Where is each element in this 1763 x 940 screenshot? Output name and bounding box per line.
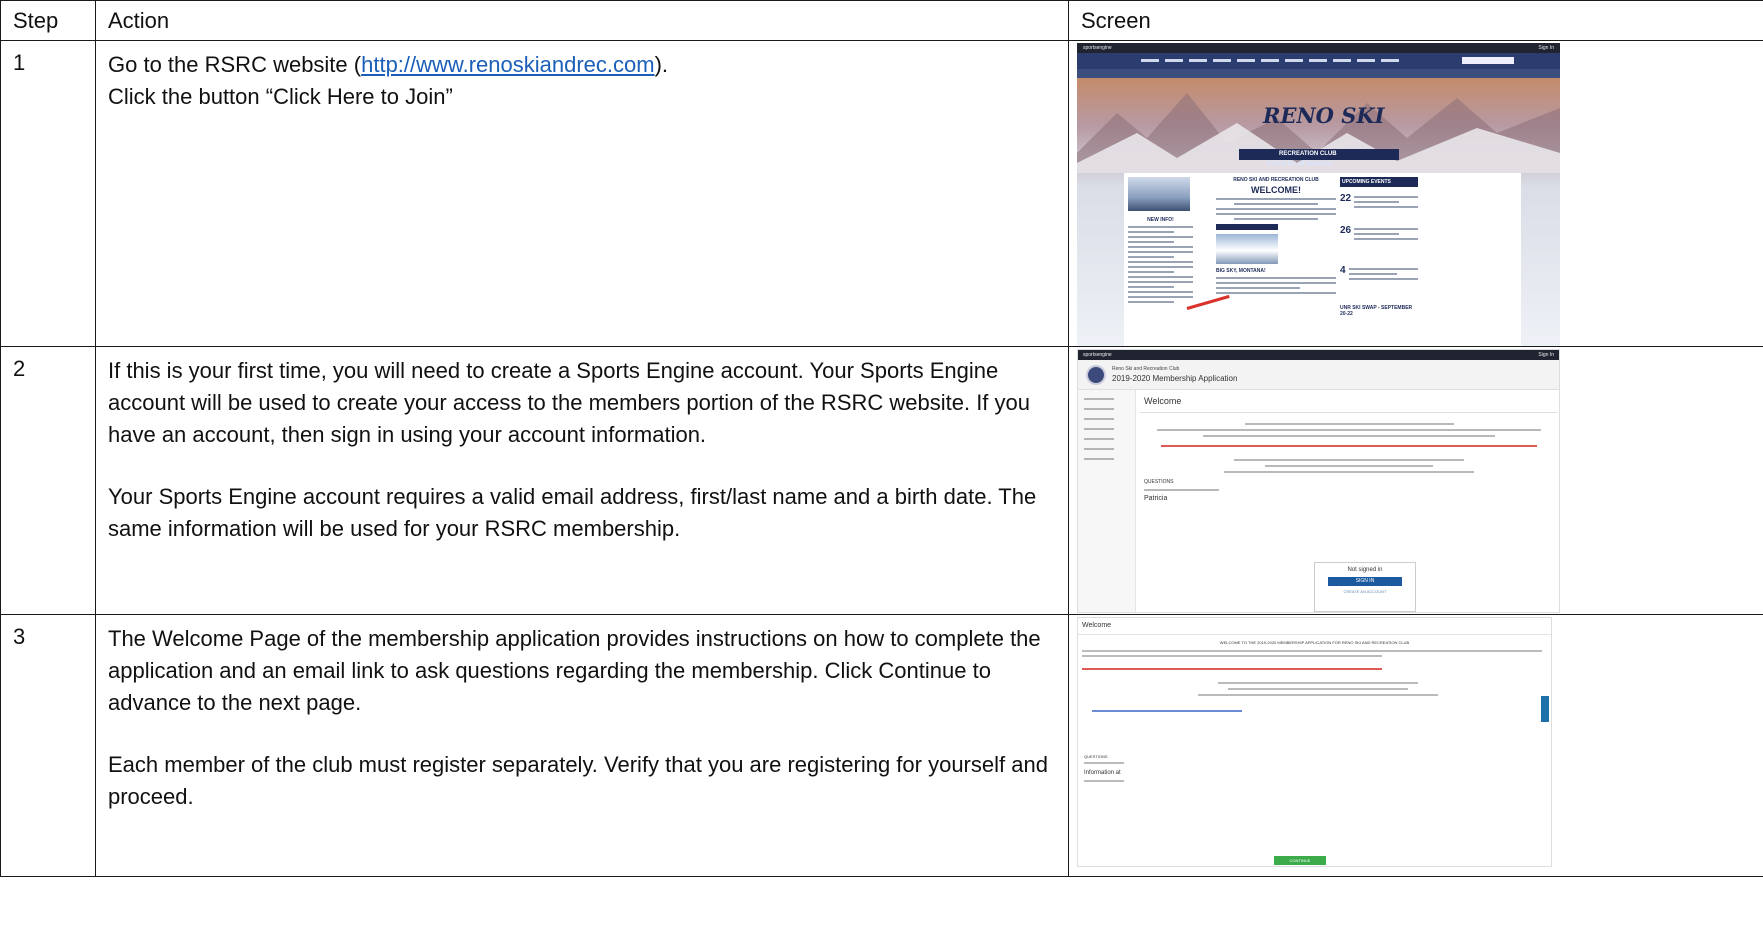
click-here-to-join-button — [1216, 224, 1278, 230]
step-action: The Welcome Page of the membership appli… — [95, 614, 1069, 877]
step-row-2: 2 If this is your first time, you will n… — [0, 346, 1763, 615]
step-header: Step — [0, 0, 96, 41]
step-row-1: 1 Go to the RSRC website (http://www.ren… — [0, 40, 1763, 347]
site-subnav — [1077, 69, 1560, 78]
welcome-page-screenshot: Welcome WELCOME TO THE 2019-2020 MEMBERS… — [1077, 617, 1552, 867]
step-screen: sportsengine Sign In RENO SKI RECREATION… — [1068, 40, 1763, 347]
step-number: 2 — [0, 346, 96, 615]
continue-button: CONTINUE — [1274, 856, 1326, 865]
sign-in-link: Sign In — [1538, 45, 1554, 51]
person-name: Patricia — [1144, 495, 1168, 502]
search-input — [1462, 57, 1514, 64]
app-sidebar — [1078, 390, 1136, 612]
welcome-title: Welcome — [1140, 390, 1558, 413]
new-info-heading: NEW INFO! — [1147, 217, 1174, 223]
welcome-title: Welcome — [1082, 622, 1112, 629]
welcome-heading: WELCOME! — [1251, 185, 1301, 195]
action-paragraph-1: The Welcome Page of the membership appli… — [108, 626, 1041, 715]
brand-logo: sportsengine — [1083, 45, 1112, 51]
club-heading: RENO SKI AND RECREATION CLUB — [1233, 177, 1319, 183]
questions-heading: QUESTIONS — [1084, 754, 1108, 759]
step-row-3: 3 The Welcome Page of the membership app… — [0, 614, 1763, 877]
site-topbar: sportsengine Sign In — [1077, 43, 1560, 53]
site-content: NEW INFO! RENO SKI AND RECREATION CLUB W… — [1124, 173, 1521, 346]
big-sky-photo — [1216, 234, 1278, 264]
app-main: Welcome QUESTIONS Patricia Not signed in… — [1140, 390, 1558, 612]
sign-in-link: Sign In — [1538, 352, 1554, 358]
instructions-table: Step Action Screen 1 Go to the RSRC webs… — [0, 0, 1763, 877]
header-row: Step Action Screen — [0, 0, 1763, 41]
action-paragraph-2: Your Sports Engine account requires a va… — [108, 484, 1037, 541]
information-label: Information at — [1084, 770, 1121, 776]
center-column: RENO SKI AND RECREATION CLUB WELCOME! BI… — [1216, 177, 1336, 297]
app-topbar: sportsengine Sign In — [1078, 350, 1559, 360]
application-screenshot: sportsengine Sign In Reno Ski and Recrea… — [1077, 349, 1560, 613]
club-banner: RECREATION CLUB — [1239, 149, 1399, 160]
left-column: NEW INFO! — [1128, 177, 1193, 306]
app-header: Reno Ski and Recreation Club 2019-2020 M… — [1078, 360, 1559, 390]
club-seal-icon — [1086, 365, 1106, 385]
website-screenshot: sportsengine Sign In RENO SKI RECREATION… — [1077, 43, 1560, 346]
welcome-center-title: WELCOME TO THE 2019-2020 MEMBERSHIP APPL… — [1219, 640, 1410, 645]
step-action: Go to the RSRC website (http://www.renos… — [95, 40, 1069, 347]
sign-in-button: SIGN IN — [1328, 577, 1402, 586]
upcoming-events-heading: UPCOMING EVENTS — [1340, 177, 1418, 187]
sign-in-box: Not signed in SIGN IN CREATE AN ACCOUNT — [1314, 562, 1416, 612]
step-screen: Welcome WELCOME TO THE 2019-2020 MEMBERS… — [1068, 614, 1763, 877]
action-paragraph-1: If this is your first time, you will nee… — [108, 358, 1031, 447]
site-nav — [1077, 53, 1560, 69]
ski-swap-heading: UNR SKI SWAP - SEPTEMBER 20-22 — [1340, 305, 1413, 317]
screen-header: Screen — [1068, 0, 1763, 41]
step-number: 1 — [0, 40, 96, 347]
action-line-2: Click the button “Click Here to Join” — [108, 84, 453, 109]
org-name: Reno Ski and Recreation Club — [1112, 366, 1180, 372]
step-number: 3 — [0, 614, 96, 877]
feedback-tab — [1541, 696, 1549, 722]
action-text: ). — [654, 52, 669, 77]
questions-heading: QUESTIONS — [1144, 479, 1174, 485]
action-text: Go to the RSRC website ( — [108, 52, 362, 77]
event-item: 22 — [1340, 193, 1418, 211]
brand-logo: sportsengine — [1083, 352, 1112, 358]
quick-guide-link — [1092, 710, 1242, 712]
site-tagline: A Club for all Seasons! — [1267, 161, 1333, 167]
club-logo: RENO SKI — [1263, 103, 1385, 128]
action-header: Action — [95, 0, 1069, 41]
create-account-link: CREATE AN ACCOUNT — [1343, 589, 1387, 594]
step-action: If this is your first time, you will nee… — [95, 346, 1069, 615]
big-sky-heading: BIG SKY, MONTANA! — [1216, 268, 1266, 274]
event-item: 26 — [1340, 225, 1418, 243]
not-signed-in-text: Not signed in — [1347, 567, 1383, 573]
event-item: 4 — [1340, 265, 1418, 283]
website-link[interactable]: http://www.renoskiandrec.com — [361, 52, 654, 77]
application-title: 2019-2020 Membership Application — [1112, 374, 1238, 383]
step-screen: sportsengine Sign In Reno Ski and Recrea… — [1068, 346, 1763, 615]
action-line-1: Go to the RSRC website (http://www.renos… — [108, 49, 1052, 81]
events-column: UPCOMING EVENTS 22 26 4 UNR SKI SWAP - S… — [1340, 177, 1418, 317]
skiers-photo — [1128, 177, 1190, 211]
action-paragraph-2: Each member of the club must register se… — [108, 752, 1048, 809]
